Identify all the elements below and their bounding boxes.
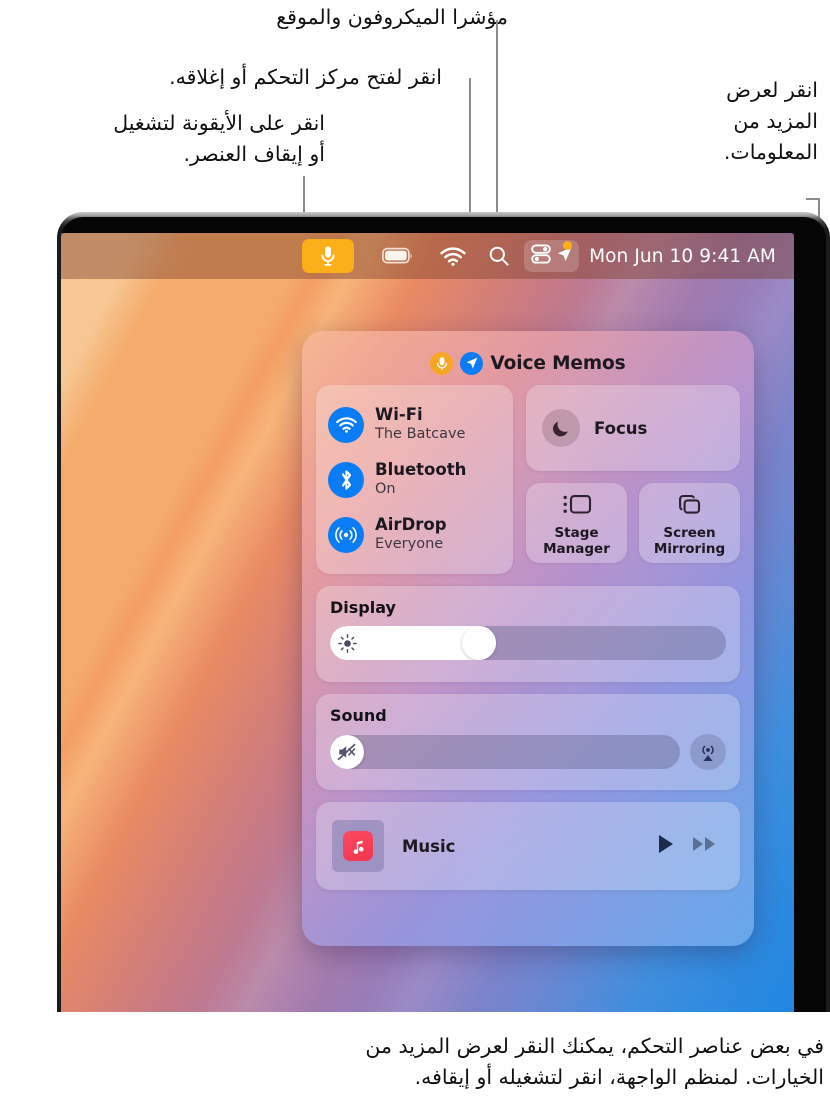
sound-label: Sound xyxy=(330,706,387,725)
display-slider-row xyxy=(330,626,726,660)
wifi-label: Wi-Fi xyxy=(375,405,423,425)
mini-tiles-row: Stage Manager Screen Mirroring xyxy=(526,483,740,563)
fast-forward-icon xyxy=(693,837,715,851)
callout-mic-location: مؤشرا الميكروفون والموقع xyxy=(276,5,508,29)
screen-mirroring-label: Screen Mirroring xyxy=(653,524,726,557)
bluetooth-icon[interactable] xyxy=(328,461,364,498)
location-active-dot xyxy=(563,241,573,250)
control-center-panel: Voice Memos Wi-Fi The Batcave Bluetooth … xyxy=(302,331,754,946)
display-label: Display xyxy=(330,598,396,617)
play-icon xyxy=(659,835,673,853)
album-artwork xyxy=(332,820,384,872)
airdrop-status: Everyone xyxy=(375,535,444,552)
music-tile: Music xyxy=(316,802,740,890)
device-screen: Mon Jun 10 9:41 AM Voice Memos Wi-Fi The… xyxy=(61,233,794,1012)
wifi-row[interactable]: Wi-Fi The Batcave xyxy=(328,397,513,452)
stage-manager-tile[interactable]: Stage Manager xyxy=(526,483,627,563)
search-icon xyxy=(489,246,509,266)
microphone-icon xyxy=(321,246,335,266)
display-slider[interactable] xyxy=(330,626,726,660)
brightness-icon xyxy=(333,629,361,657)
moon-icon xyxy=(542,409,580,447)
microphone-indicator-badge[interactable] xyxy=(302,239,355,273)
callout-bottom-note: في بعض عناصر التحكم، يمكنك النقر لعرض ال… xyxy=(365,1034,824,1090)
wifi-icon[interactable] xyxy=(328,406,364,443)
control-center-icon[interactable] xyxy=(530,243,552,269)
bluetooth-text: Bluetooth On xyxy=(375,460,467,498)
focus-label: Focus xyxy=(594,418,648,438)
connectivity-tile: Wi-Fi The Batcave Bluetooth On AirDrop E… xyxy=(316,385,513,574)
stage-manager-label: Stage Manager xyxy=(543,524,610,557)
play-button[interactable] xyxy=(656,833,676,859)
focus-tile[interactable]: Focus xyxy=(526,385,740,471)
wifi-text: Wi-Fi The Batcave xyxy=(375,405,466,443)
callout-click-icon: انقر على الأيقونة لتشغيل أو إيقاف العنصر… xyxy=(113,111,325,167)
spotlight-search[interactable] xyxy=(488,239,510,273)
wifi-status: The Batcave xyxy=(375,425,466,442)
airdrop-text: AirDrop Everyone xyxy=(375,515,447,553)
display-slider-knob[interactable] xyxy=(462,626,497,660)
screen-mirroring-icon xyxy=(676,493,704,520)
macbook-device: Mon Jun 10 9:41 AM Voice Memos Wi-Fi The… xyxy=(57,212,830,1012)
wifi-status[interactable] xyxy=(440,239,466,273)
menu-bar: Mon Jun 10 9:41 AM xyxy=(61,233,794,279)
control-center-menubar-group[interactable] xyxy=(524,240,580,272)
control-center-header: Voice Memos xyxy=(316,345,740,381)
airplay-audio-icon xyxy=(702,745,714,761)
control-center-title: Voice Memos xyxy=(490,352,626,374)
sound-slider-row xyxy=(330,734,726,770)
bluetooth-label: Bluetooth xyxy=(375,460,467,480)
microphone-icon xyxy=(430,351,454,375)
menubar-clock[interactable]: Mon Jun 10 9:41 AM xyxy=(589,246,776,267)
next-track-button[interactable] xyxy=(692,834,718,858)
stage-manager-icon xyxy=(562,493,592,520)
control-center-right-column: Focus Stage Manager Screen Mirroring xyxy=(526,385,740,574)
callout-open-close-cc: انقر لفتح مركز التحكم أو إغلاقه. xyxy=(169,65,442,89)
bluetooth-status: On xyxy=(375,480,396,497)
bluetooth-row[interactable]: Bluetooth On xyxy=(328,452,513,507)
mute-speaker-icon xyxy=(333,738,361,766)
wifi-icon xyxy=(440,246,466,266)
airdrop-row[interactable]: AirDrop Everyone xyxy=(328,507,513,562)
display-tile: Display xyxy=(316,586,740,682)
battery-icon xyxy=(382,247,412,264)
device-bezel: Mon Jun 10 9:41 AM Voice Memos Wi-Fi The… xyxy=(57,212,830,1012)
music-note-icon xyxy=(343,831,373,861)
sound-tile: Sound xyxy=(316,694,740,790)
music-transport-controls xyxy=(656,833,724,859)
sound-slider[interactable] xyxy=(330,735,680,769)
airdrop-icon[interactable] xyxy=(328,516,364,553)
callout-show-more-info: انقر لعرض المزيد من المعلومات. xyxy=(723,78,818,165)
music-label: Music xyxy=(402,836,456,856)
airplay-audio-button[interactable] xyxy=(690,734,726,770)
location-arrow-icon xyxy=(460,351,484,375)
screen-mirroring-tile[interactable]: Screen Mirroring xyxy=(639,483,740,563)
airdrop-label: AirDrop xyxy=(375,515,447,535)
battery-status[interactable] xyxy=(382,239,414,273)
control-center-top-row: Wi-Fi The Batcave Bluetooth On AirDrop E… xyxy=(316,385,740,574)
page-root: مؤشرا الميكروفون والموقع انقر لفتح مركز … xyxy=(0,0,830,1112)
